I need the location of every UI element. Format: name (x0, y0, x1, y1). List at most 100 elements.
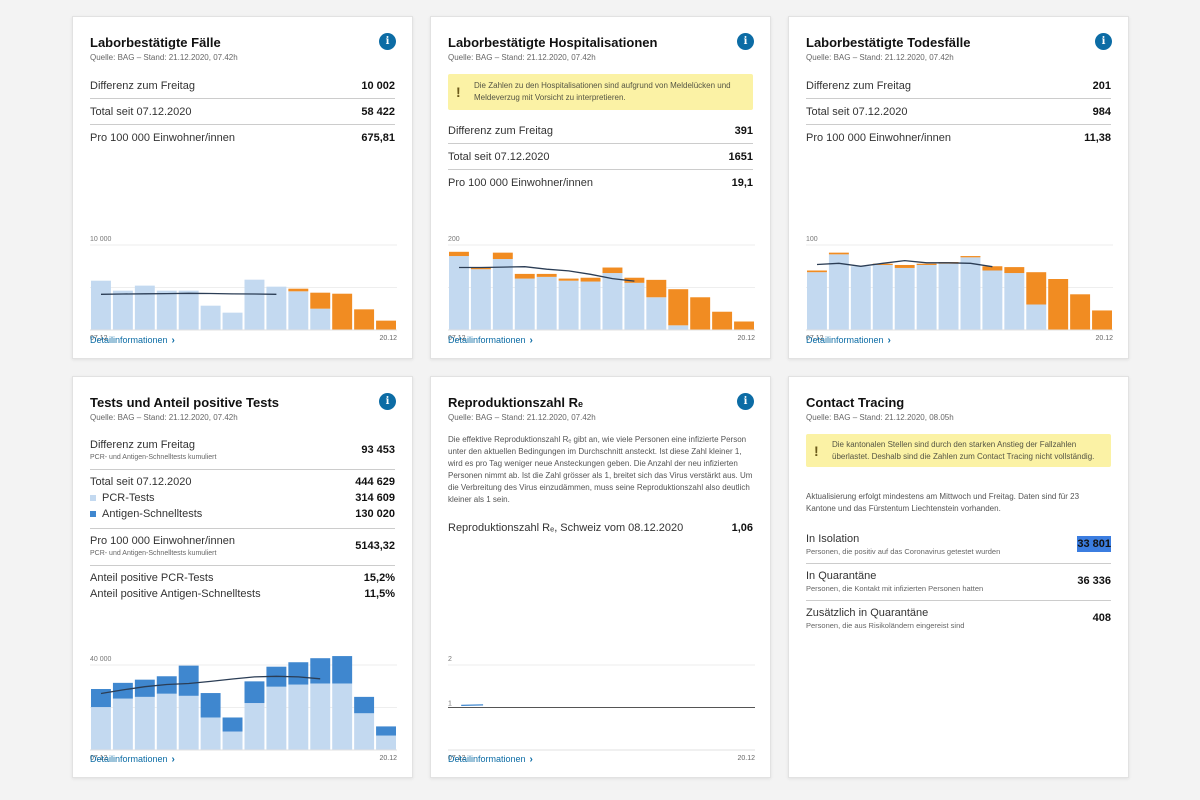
card-reproduction: Reproduktionszahl Re Quelle: BAG – Stand… (430, 376, 771, 778)
stat-value: 675,81 (361, 132, 395, 144)
stat-value: 130 020 (355, 508, 395, 520)
card-source: Quelle: BAG – Stand: 21.12.2020, 07.42h (806, 53, 954, 62)
bar-segment (1026, 304, 1047, 330)
stat-label: Total seit 07.12.2020 (90, 476, 192, 488)
info-icon[interactable]: i (737, 33, 754, 50)
chevron-right-icon: › (171, 335, 175, 346)
bar-segment (244, 681, 265, 704)
bar-segment (156, 693, 177, 750)
chart-svg: 40 00007.12 20.12 (90, 656, 397, 762)
stat-value: 1,06 (731, 522, 753, 534)
bar-segment (310, 658, 331, 684)
stat-value: 15,2% (363, 572, 395, 584)
bar-segment (266, 286, 287, 330)
bar-segment (982, 266, 1003, 271)
detail-link[interactable]: Detailinformationen › (806, 335, 891, 346)
detail-link[interactable]: Detailinformationen › (90, 335, 175, 346)
bar-segment (222, 312, 243, 330)
x-tick-label: 20.12 (737, 335, 755, 342)
chevron-right-icon: › (529, 754, 533, 765)
bar-segment (288, 288, 309, 292)
bar-segment (354, 696, 375, 714)
card-source: Quelle: BAG – Stand: 21.12.2020, 08.05h (806, 413, 954, 422)
card-title: Contact Tracing (806, 395, 905, 410)
chevron-right-icon: › (887, 335, 891, 346)
bar-segment (244, 703, 265, 750)
y-tick-label: 1 (448, 701, 452, 708)
stat-row: Differenz zum Freitag 201 (806, 73, 1111, 99)
stat-row: Differenz zum Freitag 10 002 (90, 73, 395, 99)
stat-value: 36 336 (1077, 575, 1111, 587)
bar-segment (266, 686, 287, 750)
bar-segment (310, 292, 331, 309)
stat-label: Total seit 07.12.2020 (448, 150, 550, 163)
stat-label: Pro 100 000 Einwohner/innen (90, 132, 235, 144)
stat-label: Differenz zum Freitag (90, 79, 195, 92)
chevron-right-icon: › (529, 335, 533, 346)
bar-segment (112, 698, 133, 750)
bar-segment (1026, 272, 1047, 305)
stat-row: Total seit 07.12.2020 1651 (448, 144, 753, 170)
bar-segment (646, 297, 667, 330)
x-tick-label: 20.12 (379, 335, 397, 342)
info-icon[interactable]: i (379, 393, 396, 410)
warning-box: ! Die kantonalen Stellen sind durch den s… (806, 434, 1111, 467)
detail-label: Detailinformationen (90, 754, 168, 764)
stat-value: 11,5% (364, 588, 395, 600)
stat-label: Anteil positive Antigen-Schnelltests (90, 588, 261, 600)
bar-segment (646, 279, 667, 298)
bar-segment (894, 267, 915, 330)
stat-group: Pro 100 000 Einwohner/innen PCR- und Anti… (90, 529, 395, 566)
stats-list: Differenz zum Freitag PCR- und Antigen-Sc… (90, 433, 395, 608)
bar-segment (470, 269, 491, 330)
bar-segment (807, 272, 827, 330)
chart-svg: 10 00007.12 20.12 (90, 236, 397, 342)
bar-segment (332, 656, 353, 684)
info-icon[interactable]: i (379, 33, 396, 50)
bar-segment (734, 321, 754, 330)
warning-text: Die kantonalen Stellen sind durch den st… (832, 440, 1095, 461)
info-icon[interactable]: i (1095, 33, 1112, 50)
bar-segment (112, 290, 133, 330)
detail-label: Detailinformationen (448, 335, 526, 345)
info-icon[interactable]: i (737, 393, 754, 410)
stat-group: Differenz zum Freitag PCR- und Antigen-Sc… (90, 433, 395, 470)
detail-link[interactable]: Detailinformationen › (90, 754, 175, 765)
bar-segment (960, 256, 981, 258)
chart-svg: 10007.12 20.12 (806, 236, 1113, 342)
detail-label: Detailinformationen (90, 335, 168, 345)
bar-segment (492, 259, 513, 330)
stat-value: 984 (1092, 105, 1111, 118)
stat-label: Differenz zum Freitag (448, 124, 553, 137)
stat-label: Zusätzlich in Quarantäne (806, 607, 929, 619)
hospitalisations-chart: 200 07.12 20.12 (448, 217, 755, 347)
update-note: Aktualisierung erfolgt mindestens am Mit… (806, 492, 1080, 513)
chevron-right-icon: › (171, 754, 175, 765)
bar-segment (982, 270, 1003, 330)
bar-segment (712, 311, 733, 330)
bar-segment (1004, 273, 1025, 330)
legend-label: Antigen-Schnelltests (102, 508, 203, 520)
bar-segment (668, 325, 689, 330)
r-value-line (461, 704, 484, 707)
stat-label: In Quarantäne (806, 570, 877, 582)
stat-label: Pro 100 000 Einwohner/innen (448, 177, 593, 189)
bar-segment (310, 308, 331, 330)
stat-row: Differenz zum Freitag 391 (448, 118, 753, 144)
bar-segment (332, 683, 353, 750)
bar-segment (200, 717, 221, 750)
bar-segment (828, 252, 849, 255)
bar-segment (938, 263, 959, 330)
stat-row: Total seit 07.12.2020 984 (806, 99, 1111, 125)
stat-value: 314 609 (355, 492, 395, 504)
detail-link[interactable]: Detailinformationen › (448, 335, 533, 346)
bar-segment (200, 693, 221, 718)
bar-segment (580, 281, 601, 330)
stat-value: 5143,32 (355, 540, 395, 552)
bar-segment (624, 282, 645, 330)
bar-segment (536, 276, 557, 330)
stat-value: 19,1 (731, 177, 753, 189)
stat-value: 391 (734, 124, 753, 137)
card-title: Laborbestätigte Todesfälle (806, 35, 971, 50)
detail-link[interactable]: Detailinformationen › (448, 754, 533, 765)
